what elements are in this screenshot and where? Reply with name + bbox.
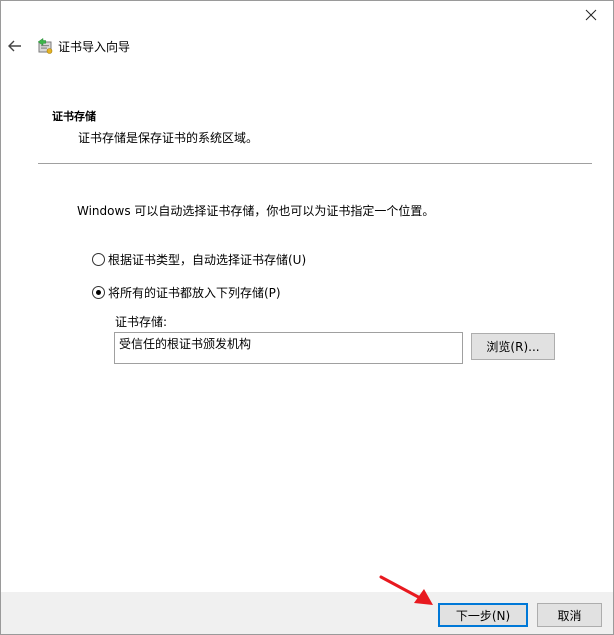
intro-text: Windows 可以自动选择证书存储，你也可以为证书指定一个位置。 [77, 204, 435, 218]
back-arrow-icon [8, 40, 21, 52]
radio-place-in-store-label: 将所有的证书都放入下列存储(P) [108, 286, 281, 300]
radio-place-in-store[interactable]: 将所有的证书都放入下列存储(P) [92, 284, 281, 301]
section-heading: 证书存储 [52, 110, 96, 123]
browse-button[interactable]: 浏览(R)... [471, 333, 555, 360]
radio-auto-select-label: 根据证书类型，自动选择证书存储(U) [108, 253, 307, 267]
certificate-import-icon [37, 37, 53, 54]
header-separator [38, 163, 592, 164]
radio-button-unchecked[interactable] [92, 253, 105, 266]
window-frame [0, 0, 614, 635]
wizard-title: 证书导入向导 [58, 40, 131, 54]
close-button[interactable] [568, 0, 614, 30]
back-button[interactable] [4, 35, 26, 57]
next-button[interactable]: 下一步(N) [438, 603, 528, 627]
store-label: 证书存储: [115, 315, 168, 329]
annotation-arrow-icon [379, 575, 433, 605]
store-field[interactable]: 受信任的根证书颁发机构 [114, 332, 463, 364]
section-description: 证书存储是保存证书的系统区域。 [78, 131, 259, 145]
cancel-button[interactable]: 取消 [537, 603, 602, 627]
close-icon [585, 9, 597, 21]
radio-button-checked[interactable] [92, 286, 105, 299]
radio-auto-select[interactable]: 根据证书类型，自动选择证书存储(U) [92, 251, 306, 268]
